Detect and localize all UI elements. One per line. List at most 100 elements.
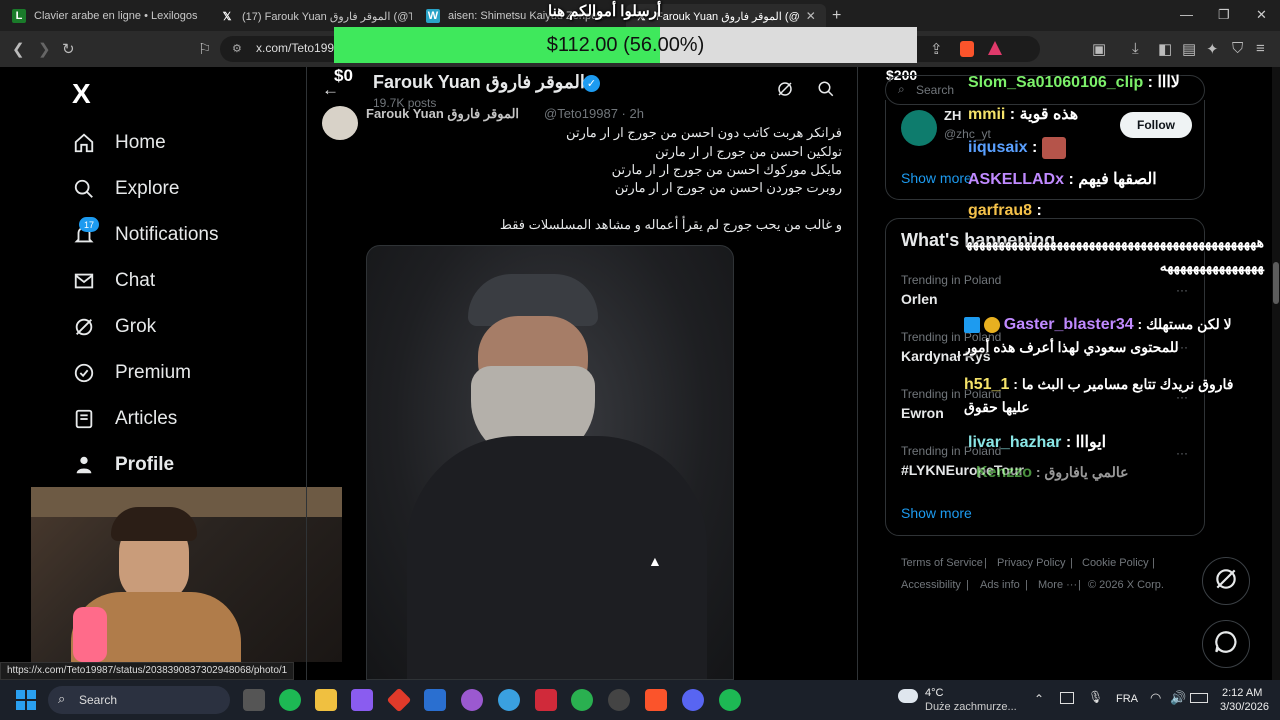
weather-temp[interactable]: 4°C xyxy=(925,687,943,699)
scrollbar-thumb[interactable] xyxy=(1273,262,1279,304)
wallet-icon[interactable]: ▤ xyxy=(1182,40,1196,58)
sidebar-item-grok[interactable]: Grok xyxy=(72,312,156,342)
spotify-icon[interactable] xyxy=(719,689,741,711)
search-icon: ⌕ xyxy=(58,691,66,706)
sidebar-item-explore[interactable]: Explore xyxy=(72,174,179,204)
split-view-icon[interactable]: ◧ xyxy=(1158,40,1172,58)
app-icon[interactable] xyxy=(279,689,301,711)
suggested-account-name[interactable]: ZH xyxy=(944,108,961,123)
bookmark-icon[interactable]: ⚐ xyxy=(198,40,211,58)
minimize-icon[interactable]: — xyxy=(1180,7,1193,22)
tweet-photo[interactable] xyxy=(366,245,734,680)
close-window-icon[interactable]: ✕ xyxy=(1256,7,1267,23)
footer-link-more[interactable]: More ··· xyxy=(1038,579,1077,591)
store-icon[interactable] xyxy=(424,689,446,711)
app-icon[interactable] xyxy=(535,689,557,711)
app-icon[interactable] xyxy=(608,689,630,711)
share-icon[interactable]: ⇪ xyxy=(930,40,943,58)
trends-show-more[interactable]: Show more xyxy=(901,505,972,521)
search-icon[interactable] xyxy=(817,80,835,103)
brave-icon[interactable] xyxy=(645,689,667,711)
article-icon xyxy=(72,407,96,431)
tab-lexilogos[interactable]: L Clavier arabe en ligne • Lexilogos xyxy=(4,4,204,28)
tab-title: (17) Farouk Yuan الموقر فاروق (@Teto xyxy=(242,10,412,23)
sidebar-item-premium[interactable]: Premium xyxy=(72,358,191,388)
chat-username: h51_1 xyxy=(964,376,1010,393)
more-options-icon[interactable]: ··· xyxy=(1176,283,1188,297)
back-icon[interactable]: ❮ xyxy=(12,40,25,58)
reload-icon[interactable]: ↻ xyxy=(62,40,75,58)
start-button[interactable] xyxy=(16,690,36,710)
discord-icon[interactable] xyxy=(682,689,704,711)
footer-link-ads-info[interactable]: Ads info xyxy=(980,579,1020,591)
download-icon[interactable]: ⤓ xyxy=(1132,40,1139,57)
link-preview-statusbar: https://x.com/Teto19987/status/203839083… xyxy=(0,662,295,680)
chat-message: Slom_Sa01060106_clip : لاااا xyxy=(968,74,1180,91)
tweet-text-line: و غالب من يحب جورج لم يقرأ أعماله و مشاه… xyxy=(499,217,842,232)
sidebar-item-label: Home xyxy=(115,132,166,153)
more-options-icon[interactable]: ··· xyxy=(1176,446,1188,460)
menu-icon[interactable]: ≡ xyxy=(1256,40,1265,57)
ai-icon[interactable]: ✦ xyxy=(1206,40,1219,58)
app-icon[interactable] xyxy=(461,689,483,711)
suggested-account-avatar[interactable] xyxy=(901,110,937,146)
volume-icon[interactable]: 🔊 xyxy=(1170,690,1186,706)
clock-date[interactable]: 3/30/2026 xyxy=(1220,701,1269,713)
file-explorer-icon[interactable] xyxy=(315,689,337,711)
grok-icon[interactable] xyxy=(776,80,794,103)
footer-link-cookies[interactable]: Cookie Policy xyxy=(1082,557,1149,569)
grok-icon xyxy=(1213,566,1239,597)
taskbar-search-label: Search xyxy=(79,693,118,707)
clock-time[interactable]: 2:12 AM xyxy=(1222,687,1262,699)
home-icon xyxy=(72,131,96,155)
back-arrow-icon[interactable]: ← xyxy=(322,80,339,100)
sidebar-item-articles[interactable]: Articles xyxy=(72,404,177,434)
task-view-icon[interactable] xyxy=(243,689,265,711)
tweet-author-name[interactable]: Farouk Yuan الموقر فاروق xyxy=(366,106,519,122)
brave-rewards-icon[interactable] xyxy=(988,41,1002,55)
footer-link-accessibility[interactable]: Accessibility xyxy=(901,579,961,591)
footer-link-privacy[interactable]: Privacy Policy xyxy=(997,557,1065,569)
footer-link-terms[interactable]: Terms of Service xyxy=(901,557,983,569)
messages-floating-button[interactable] xyxy=(1202,620,1250,668)
tray-app-icon[interactable] xyxy=(1060,692,1074,704)
input-language[interactable]: FRA xyxy=(1116,693,1138,705)
photo-suit xyxy=(407,436,707,679)
copilot-icon[interactable] xyxy=(351,689,373,711)
tweet-text-line: مايكل موركوك احسن من جورج ار ار مارتن xyxy=(611,162,842,177)
grok-floating-button[interactable] xyxy=(1202,557,1250,605)
battery-icon[interactable] xyxy=(1190,693,1208,703)
who-to-follow-show-more[interactable]: Show more xyxy=(901,170,972,186)
search-placeholder: Search xyxy=(916,83,955,97)
chat-username: garfrau8 xyxy=(968,202,1033,219)
new-tab-button[interactable]: + xyxy=(832,7,841,25)
app-icon[interactable] xyxy=(571,689,593,711)
tab-x-profile[interactable]: 𝕏 (17) Farouk Yuan الموقر فاروق (@Teto xyxy=(212,4,412,28)
x-logo-icon[interactable]: X xyxy=(72,78,91,110)
footer-separator: | xyxy=(1152,557,1155,569)
taskbar-search[interactable]: ⌕ Search xyxy=(48,686,230,714)
microphone-tray-icon[interactable]: 🎙 xyxy=(1088,690,1103,704)
vpn-icon[interactable]: ⛉ xyxy=(1232,40,1243,57)
forward-icon[interactable]: ❯ xyxy=(38,40,51,58)
follow-button[interactable]: Follow xyxy=(1120,112,1192,138)
tray-chevron-icon[interactable]: ⌃ xyxy=(1034,692,1044,706)
maximize-icon[interactable]: ❐ xyxy=(1218,7,1230,23)
page-scrollbar[interactable] xyxy=(1272,67,1280,680)
wifi-icon[interactable]: ◠ xyxy=(1150,690,1161,706)
tweet-handle[interactable]: @Teto19987 · 2h xyxy=(544,106,644,121)
sidebar-item-home[interactable]: Home xyxy=(72,128,166,158)
close-tab-icon[interactable]: ✕ xyxy=(806,9,816,23)
chat-username: Slom_Sa01060106_clip xyxy=(968,74,1144,91)
sidebar-item-chat[interactable]: Chat xyxy=(72,266,155,296)
site-info-icon[interactable]: ⚙ xyxy=(232,42,242,55)
notification-count-badge: 17 xyxy=(79,217,99,232)
tweet-author-avatar[interactable] xyxy=(322,106,358,140)
brave-shield-icon[interactable] xyxy=(960,41,974,57)
sidebar-item-label: Articles xyxy=(115,408,178,429)
chat-text: الصقها فيهم xyxy=(1078,171,1157,188)
sidebar-item-profile[interactable]: Profile xyxy=(72,450,174,480)
edge-icon[interactable] xyxy=(498,689,520,711)
trend-item[interactable]: Trending in Poland Orlen xyxy=(901,273,1191,313)
sidebar-panel-icon[interactable]: ▣ xyxy=(1092,40,1106,58)
